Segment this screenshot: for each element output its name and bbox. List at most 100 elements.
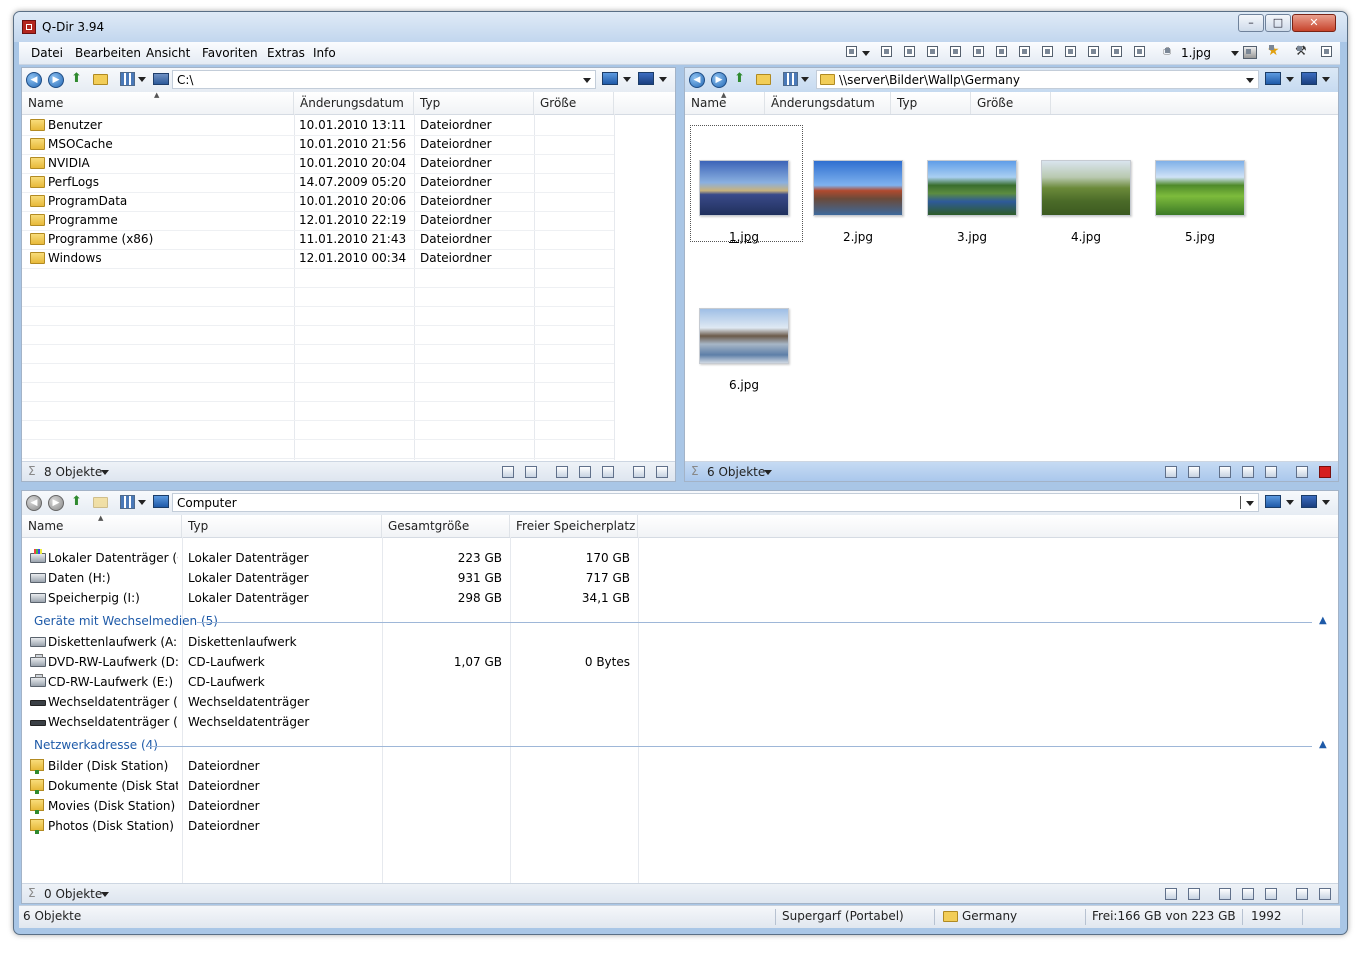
thumbnail-label[interactable]: 4.jpg: [1031, 230, 1141, 244]
back-arrow-icon[interactable]: ◀: [26, 72, 42, 88]
thumbnail-item[interactable]: 1.jpg: [689, 124, 793, 244]
view-mode-icon[interactable]: [120, 72, 135, 86]
pane1-address-bar[interactable]: C:\: [172, 70, 596, 89]
flash-icon[interactable]: [502, 466, 514, 478]
cut-icon[interactable]: [556, 466, 568, 478]
cut-icon[interactable]: [1219, 466, 1231, 478]
menu-extras[interactable]: Extras: [267, 46, 305, 60]
file-list-row[interactable]: PerfLogs 14.07.2009 05:20 Dateiordner: [22, 173, 675, 192]
refresh-icon[interactable]: [1188, 888, 1200, 900]
title-bar[interactable]: Q-Dir 3.94 – □ ✕: [14, 12, 1347, 42]
col-date[interactable]: Änderungsdatum: [294, 92, 414, 114]
layout-2-icon[interactable]: [904, 46, 915, 57]
drive-row[interactable]: Lokaler Datenträger (C:) Lokaler Datenträ…: [22, 549, 1338, 568]
layout-6-icon[interactable]: [996, 46, 1007, 57]
paste-icon[interactable]: [1265, 466, 1277, 478]
minimize-button[interactable]: –: [1238, 14, 1264, 32]
chevron-down-icon[interactable]: [801, 77, 809, 82]
up-folder-icon[interactable]: ⬆: [734, 72, 748, 86]
close-button[interactable]: ✕: [1292, 14, 1336, 32]
print-icon[interactable]: [1243, 46, 1257, 59]
thumbnail-label[interactable]: 1.jpg: [689, 230, 799, 244]
up-folder-icon[interactable]: ⬆: [71, 72, 85, 86]
col-size[interactable]: Größe: [534, 92, 614, 114]
image-thumbnail[interactable]: [1041, 160, 1131, 216]
desktop-icon[interactable]: [1265, 72, 1281, 85]
chevron-up-icon[interactable]: ▲: [1319, 615, 1327, 626]
file-list-row[interactable]: NVIDIA 10.01.2010 20:04 Dateiordner: [22, 154, 675, 173]
network-row[interactable]: Photos (Disk Station) Dateiordner: [22, 817, 1338, 836]
refresh-icon[interactable]: [525, 466, 537, 478]
file-list-row[interactable]: Windows 12.01.2010 00:34 Dateiordner: [22, 249, 675, 268]
drive-row[interactable]: Daten (H:) Lokaler Datenträger 931 GB 717 G…: [22, 569, 1338, 588]
copy-icon[interactable]: [579, 466, 591, 478]
chevron-down-icon[interactable]: [1231, 51, 1239, 56]
removable-row[interactable]: Diskettenlaufwerk (A:) Diskettenlaufwerk: [22, 633, 1338, 652]
layout-12-icon[interactable]: [1134, 46, 1145, 57]
chevron-down-icon[interactable]: [138, 500, 146, 505]
flash-icon[interactable]: [1165, 888, 1177, 900]
chevron-down-icon[interactable]: [1286, 77, 1294, 82]
maximize-button[interactable]: □: [1265, 14, 1291, 32]
thumbnail-label[interactable]: 3.jpg: [917, 230, 1027, 244]
chevron-down-icon[interactable]: [1322, 500, 1330, 505]
removable-row[interactable]: Wechseldatenträger (G:) Wechseldatenträge…: [22, 713, 1338, 732]
menu-favoriten[interactable]: Favoriten: [202, 46, 258, 60]
cut-icon[interactable]: [1219, 888, 1231, 900]
qdir-app-icon[interactable]: [22, 20, 36, 34]
col-free-space[interactable]: Freier Speicherplatz: [510, 515, 638, 537]
layout-9-icon[interactable]: [1065, 46, 1076, 57]
chevron-down-icon[interactable]: [138, 77, 146, 82]
network-row[interactable]: Dokumente (Disk Stati... Dateiordner: [22, 777, 1338, 796]
thumbnail-label[interactable]: 2.jpg: [803, 230, 913, 244]
pane2-address-bar[interactable]: \\server\Bilder\Wallp\Germany: [816, 70, 1259, 89]
col-date[interactable]: Änderungsdatum: [765, 92, 891, 114]
view-mode-icon[interactable]: [783, 72, 798, 86]
chevron-down-icon[interactable]: [101, 892, 109, 897]
chevron-down-icon[interactable]: [862, 51, 870, 56]
chevron-down-icon[interactable]: [623, 77, 631, 82]
removable-row[interactable]: CD-RW-Laufwerk (E:) CD-Laufwerk: [22, 673, 1338, 692]
copy-icon[interactable]: [1242, 466, 1254, 478]
properties-icon[interactable]: [656, 466, 668, 478]
col-type[interactable]: Typ: [891, 92, 971, 114]
removable-row[interactable]: DVD-RW-Laufwerk (D:)... CD-Laufwerk 1,07 G…: [22, 653, 1338, 672]
current-file-label[interactable]: 1.jpg: [1181, 46, 1211, 60]
properties-icon[interactable]: [1319, 466, 1331, 478]
menu-ansicht[interactable]: Ansicht: [146, 46, 190, 60]
network-row[interactable]: Movies (Disk Station) Dateiordner: [22, 797, 1338, 816]
flash-icon[interactable]: [1165, 466, 1177, 478]
tools-icon[interactable]: ⚒: [1295, 44, 1307, 59]
network-icon[interactable]: [1301, 72, 1317, 85]
thumbnail-item[interactable]: 2.jpg: [803, 124, 907, 244]
thumbnail-label[interactable]: 6.jpg: [689, 378, 799, 392]
col-type[interactable]: Typ: [414, 92, 534, 114]
chevron-down-icon[interactable]: [1246, 501, 1254, 506]
star-icon[interactable]: ★: [1267, 43, 1280, 59]
file-list-row[interactable]: Benutzer 10.01.2010 13:11 Dateiordner: [22, 116, 675, 135]
menu-bearbeiten[interactable]: Bearbeiten: [75, 46, 141, 60]
file-list-row[interactable]: Programme 12.01.2010 22:19 Dateiordner: [22, 211, 675, 230]
layout-1-icon[interactable]: [881, 46, 892, 57]
network-row[interactable]: Bilder (Disk Station) Dateiordner: [22, 757, 1338, 776]
new-folder-icon[interactable]: [93, 74, 108, 85]
forward-arrow-icon[interactable]: ▶: [711, 72, 727, 88]
refresh-icon[interactable]: [1188, 466, 1200, 478]
forward-arrow-icon[interactable]: ▶: [48, 72, 64, 88]
layout-10-icon[interactable]: [1088, 46, 1099, 57]
chevron-down-icon[interactable]: [583, 78, 591, 83]
pane3-object-count[interactable]: 0 Objekte: [44, 887, 102, 901]
image-thumbnail[interactable]: [699, 160, 789, 216]
copy-icon[interactable]: [1242, 888, 1254, 900]
window-icon[interactable]: [1321, 46, 1332, 57]
image-thumbnail[interactable]: [699, 308, 789, 364]
thumbnail-item[interactable]: 4.jpg: [1031, 124, 1135, 244]
new-folder-icon[interactable]: [756, 74, 771, 85]
properties-icon[interactable]: [1319, 888, 1331, 900]
paste-icon[interactable]: [602, 466, 614, 478]
layout-menu-icon[interactable]: [846, 46, 857, 57]
layout-4-icon[interactable]: [950, 46, 961, 57]
desktop-icon[interactable]: [1265, 495, 1281, 508]
layout-11-icon[interactable]: [1111, 46, 1122, 57]
layout-7-icon[interactable]: [1019, 46, 1030, 57]
